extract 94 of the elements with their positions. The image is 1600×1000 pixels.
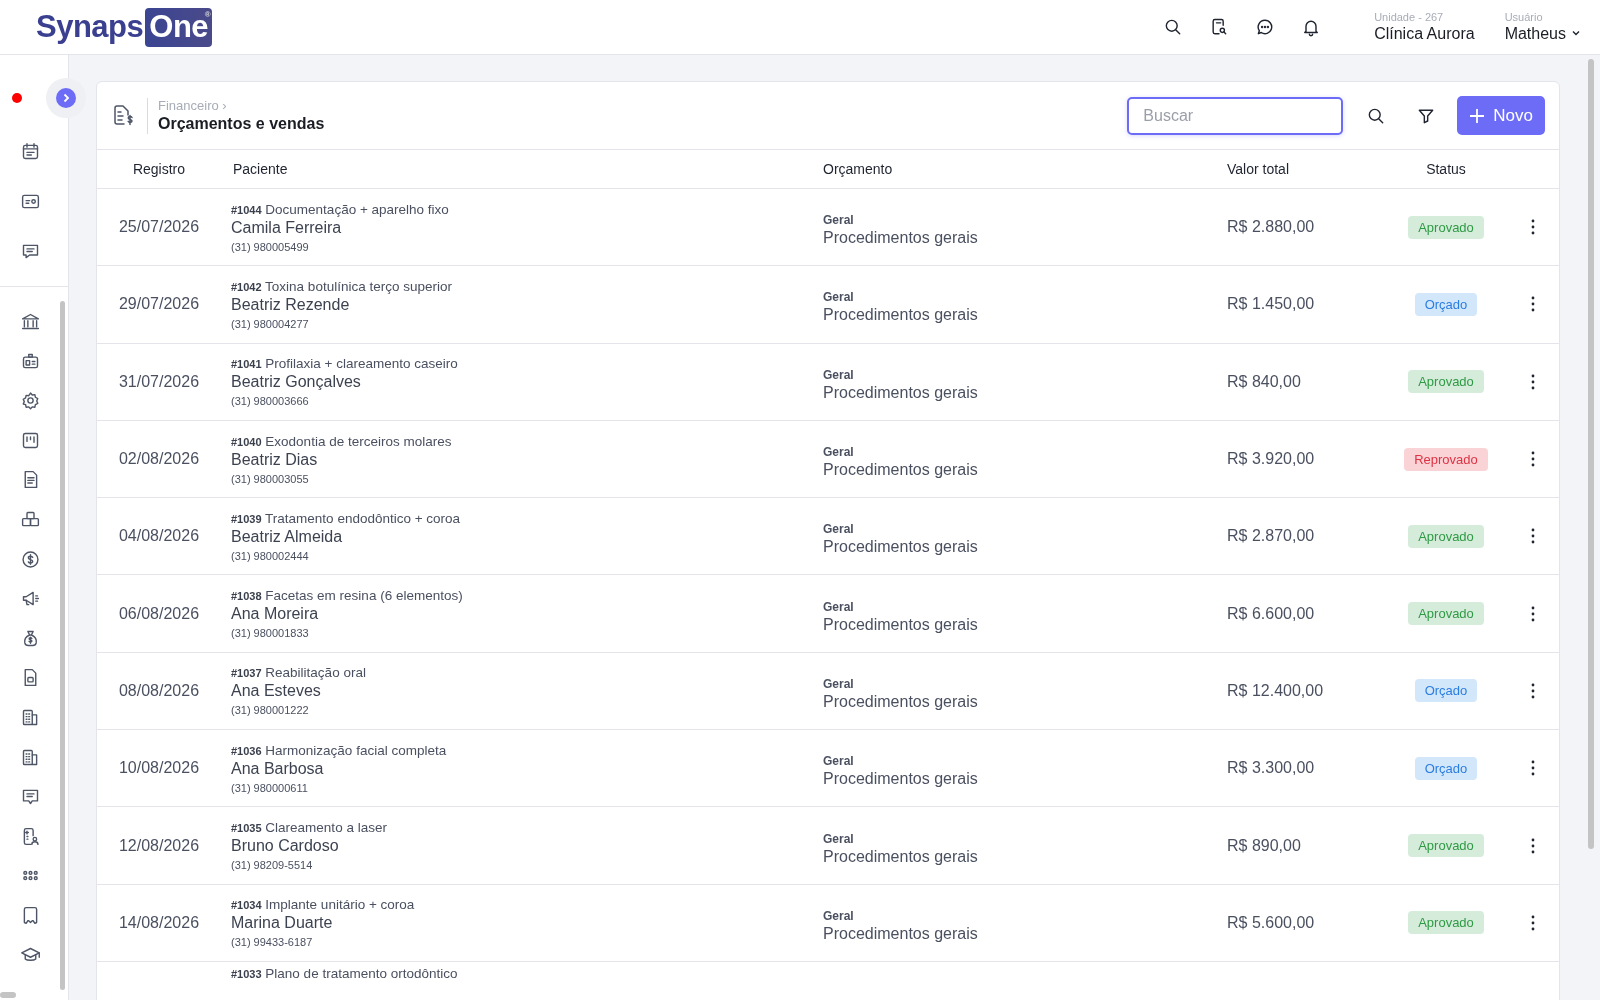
patient-name[interactable]: Beatriz Rezende [231,295,811,314]
patient-phone: (31) 98209-5514 [231,859,314,871]
patient-phone: (31) 980001222 [231,704,310,717]
budget-category: Geral [823,290,855,305]
patient-name[interactable]: Camila Ferreira [231,218,811,237]
budget-name: Procedimentos gerais [823,924,979,943]
search-field[interactable]: Buscar [1127,96,1344,135]
status-badge: Orçado [1414,756,1478,780]
total-cell-text: R$ 3.920,00 [1226,450,1316,469]
new-button[interactable]: Novo [1457,96,1545,135]
total-cell-text: R$ 890,00 [1226,836,1302,855]
budget-name: Procedimentos gerais [823,306,979,325]
unit-label: Unidade - 267 [1374,11,1445,23]
date-cell-text: 08/08/2026 [117,681,201,700]
status-badge: Orçado [1414,679,1478,703]
status-badge: Aprovado [1408,524,1484,548]
procedure-text: #1041 Profilaxia + clareamento caseiro [231,356,459,372]
procedure-text: #1039 Tratamento endodôntico + coroa [231,510,462,526]
budget-category: Geral [823,908,855,923]
budget-category: Geral [823,213,855,228]
budget-category: Geral [823,367,855,382]
procedure-text: #1033 Plano de tratamento ortodôntico [231,965,459,981]
procedure-text: #1036 Harmonização facial completa [231,742,448,758]
status-badge: Aprovado [1408,602,1484,626]
status-badge: Aprovado [1408,911,1484,935]
budget-name: Procedimentos gerais [823,538,979,557]
date-cell-text: 10/08/2026 [117,759,201,778]
date-cell-text: 12/08/2026 [117,836,201,855]
date-cell-text: 25/07/2026 [117,218,201,237]
user-label: Usuário [1504,11,1544,23]
column-header: Orçamento [822,161,894,177]
total-cell-text: R$ 2.880,00 [1226,218,1316,237]
total-cell-text: R$ 3.300,00 [1226,759,1316,778]
total-cell-text: R$ 840,00 [1226,372,1302,391]
date-cell-text: 29/07/2026 [117,295,201,314]
patient-phone: (31) 980002444 [231,549,310,562]
patient-phone: (31) 99433-6187 [231,936,314,949]
budget-category: Geral [823,522,855,537]
patient-name[interactable]: Ana Esteves [231,682,811,701]
unit-name[interactable]: Clínica Aurora [1374,25,1475,43]
procedure-text: #1035 Clareamento a laser [231,820,388,835]
patient-phone: (31) 980000611 [231,781,309,794]
patient-phone: (31) 980003055 [231,472,310,485]
patient-name[interactable]: Beatriz Dias [231,450,811,469]
procedure-text: #1040 Exodontia de terceiros molares [231,433,453,449]
budget-category: Geral [823,676,855,691]
total-cell-text: R$ 5.600,00 [1226,913,1316,932]
column-header: Paciente [232,161,289,177]
patient-name[interactable]: Ana Barbosa [231,759,811,778]
status-badge: Reprovado [1404,447,1488,471]
patient-name[interactable]: Beatriz Gonçalves [231,373,811,392]
date-cell-text: 31/07/2026 [117,372,201,391]
patient-phone: (31) 980004277 [231,317,310,330]
procedure-text: #1038 Facetas em resina (6 elementos) [231,588,464,604]
patient-phone: (31) 980005499 [231,240,310,253]
budget-category: Geral [823,599,855,614]
status-badge: Aprovado [1408,834,1484,857]
procedure-text: #1044 Documentação + aparelho fixo [231,201,450,217]
patient-name[interactable]: Bruno Cardoso [231,837,811,855]
status-badge: Aprovado [1408,370,1484,394]
column-header: Status [1425,161,1467,177]
total-cell-text: R$ 1.450,00 [1226,295,1316,314]
column-header: Valor total [1226,161,1290,177]
logo: Synaps One$^{®}$ [36,7,213,47]
total-cell-text: R$ 6.600,00 [1226,604,1316,623]
budget-name: Procedimentos gerais [823,770,979,789]
patient-name[interactable]: Marina Duarte [231,914,811,933]
procedure-text: #1037 Reabilitação oral [231,665,367,681]
total-cell-text: R$ 12.400,00 [1226,681,1325,700]
budget-name: Procedimentos gerais [823,692,979,711]
status-badge: Orçado [1414,292,1478,316]
date-cell-text: 06/08/2026 [117,604,201,623]
budget-name: Procedimentos gerais [823,229,979,248]
budget-name: Procedimentos gerais [823,847,979,866]
procedure-text: #1042 Toxina botulínica terço superior [231,278,453,294]
user-name[interactable]: Matheus [1504,25,1566,43]
date-cell-text: 02/08/2026 [117,450,201,469]
patient-phone: (31) 980001833 [231,627,310,640]
patient-phone: (31) 980003666 [231,395,310,408]
budget-category: Geral [823,831,855,846]
date-cell-text: 14/08/2026 [117,913,201,932]
page-title: Orçamentos e vendas [158,115,325,133]
budget-name: Procedimentos gerais [823,383,979,402]
column-header: Registro [131,161,187,177]
budget-category: Geral [823,445,855,460]
patient-name[interactable]: Beatriz Almeida [231,527,811,546]
date-cell-text: 04/08/2026 [117,527,201,546]
budget-name: Procedimentos gerais [823,615,979,634]
budget-category: Geral [823,754,855,769]
patient-name[interactable]: Ana Moreira [231,605,811,624]
status-badge: Aprovado [1408,215,1484,239]
total-cell-text: R$ 2.870,00 [1226,527,1316,546]
procedure-text: #1034 Implante unitário + coroa [231,897,416,913]
budget-name: Procedimentos gerais [823,461,979,480]
